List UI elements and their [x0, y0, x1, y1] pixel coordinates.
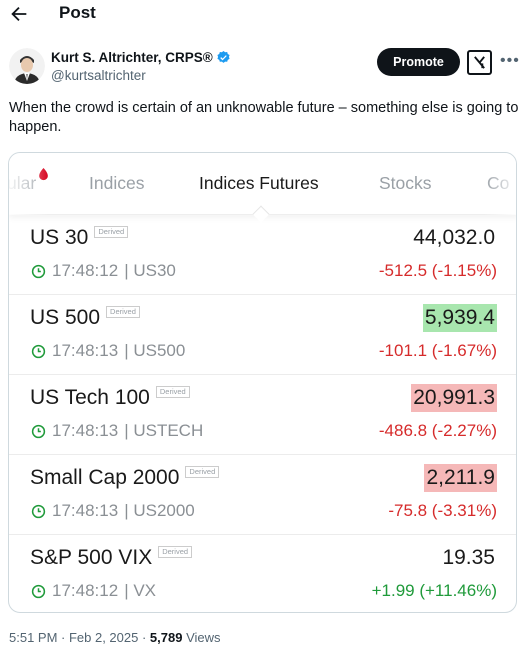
quote-symbol: | USTECH [124, 421, 204, 440]
quote-symbol: | VX [124, 581, 157, 600]
post-meta: 5:51 PM · Feb 2, 2025 · 5,789 Views [9, 630, 221, 645]
instrument-name: US 30 Derived [30, 226, 129, 250]
last-price: 19.35 [442, 546, 495, 569]
quote-time: 17:48:13 [52, 501, 119, 520]
price-change: +1.99 (+11.46%) [371, 581, 497, 600]
tweet-text: When the crowd is certain of an unknowab… [9, 100, 519, 135]
derived-badge: Derived [158, 546, 193, 558]
arrow-left-icon[interactable] [8, 3, 30, 25]
derived-badge: Derived [106, 306, 140, 318]
instrument-name-text: S&P 500 VIX [30, 546, 153, 569]
instrument-name: US 500 Derived [30, 306, 140, 330]
quote-meta: 17:48:12 | VX [31, 581, 156, 601]
quote-meta: 17:48:13 | US2000 [31, 501, 195, 521]
post-timestamp[interactable]: 5:51 PM · Feb 2, 2025 · [9, 630, 150, 645]
author-name[interactable]: Kurt S. Altrichter, CRPS® [51, 50, 231, 65]
price-change: -75.8 (-3.31%) [388, 501, 497, 520]
tab-indices-futures[interactable]: Indices Futures [199, 173, 319, 194]
clock-icon [31, 584, 46, 598]
avatar[interactable] [9, 48, 45, 84]
clock-icon [31, 504, 46, 518]
tab-popular[interactable]: ular [9, 173, 36, 194]
instrument-name: Small Cap 2000 Derived [30, 466, 220, 490]
notification-dot-icon [39, 168, 48, 181]
promote-button[interactable]: Promote [377, 48, 460, 76]
author-handle[interactable]: @kurtsaltrichter [51, 68, 146, 83]
quote-meta: 17:48:13 | USTECH [31, 421, 203, 441]
instrument-name: US Tech 100 Derived [30, 386, 190, 410]
quote-row[interactable]: US 500 Derived 5,939.4 17:48:13 | US500 -101.… [9, 295, 516, 375]
quote-row[interactable]: US 30 Derived 44,032.0 17:48:12 | US30 -512.5… [9, 215, 516, 295]
tab-stocks[interactable]: Stocks [379, 173, 432, 194]
instrument-name-text: US Tech 100 [30, 386, 150, 409]
page-title: Post [59, 3, 96, 22]
views-label: Views [182, 630, 221, 645]
quote-row[interactable]: Small Cap 2000 Derived 2,211.9 17:48:13 | US… [9, 455, 516, 535]
clock-icon [31, 264, 46, 278]
instrument-name-text: US 500 [30, 306, 101, 329]
last-price: 2,211.9 [424, 464, 497, 492]
quote-time: 17:48:13 [52, 341, 119, 360]
author-name-text[interactable]: Kurt S. Altrichter, CRPS® [51, 50, 213, 65]
quote-time: 17:48:12 [52, 261, 119, 280]
quote-meta: 17:48:12 | US30 [31, 261, 176, 281]
last-price: 20,991.3 [411, 384, 497, 412]
last-price: 5,939.4 [422, 304, 497, 332]
verified-badge-icon [217, 50, 230, 63]
more-icon[interactable]: ••• [500, 52, 520, 70]
derived-badge: Derived [94, 226, 129, 238]
derived-badge: Derived [185, 466, 220, 478]
quote-row[interactable]: US Tech 100 Derived 20,991.3 17:48:13 | USTE… [9, 375, 516, 455]
derived-badge: Derived [155, 386, 190, 398]
view-count: 5,789 [149, 630, 183, 645]
quote-time: 17:48:13 [52, 421, 119, 440]
quote-symbol: | US2000 [124, 501, 195, 520]
last-price: 44,032.0 [413, 226, 495, 249]
clock-icon [31, 424, 46, 438]
tab-indices[interactable]: Indices [89, 173, 144, 194]
quote-symbol: | US500 [124, 341, 186, 360]
instrument-name-text: Small Cap 2000 [30, 466, 180, 489]
quote-row[interactable]: S&P 500 VIX Derived 19.35 17:48:12 | VX +1.99… [9, 535, 516, 612]
quote-meta: 17:48:13 | US500 [31, 341, 185, 361]
embedded-image-card[interactable]: ular Indices Indices Futures Stocks Co U… [8, 152, 517, 613]
top-bar: Post [0, 0, 531, 30]
market-tabs: ular Indices Indices Futures Stocks Co [9, 153, 516, 215]
tab-commodities[interactable]: Co [487, 173, 509, 194]
quote-time: 17:48:12 [52, 581, 119, 600]
price-change: -486.8 (-2.27%) [378, 421, 497, 440]
clock-icon [31, 344, 46, 358]
instrument-name: S&P 500 VIX Derived [30, 546, 193, 570]
price-change: -101.1 (-1.67%) [378, 341, 497, 360]
instrument-name-text: US 30 [30, 226, 89, 249]
quote-symbol: | US30 [124, 261, 176, 280]
grok-icon[interactable] [467, 50, 492, 75]
price-change: -512.5 (-1.15%) [378, 261, 497, 280]
